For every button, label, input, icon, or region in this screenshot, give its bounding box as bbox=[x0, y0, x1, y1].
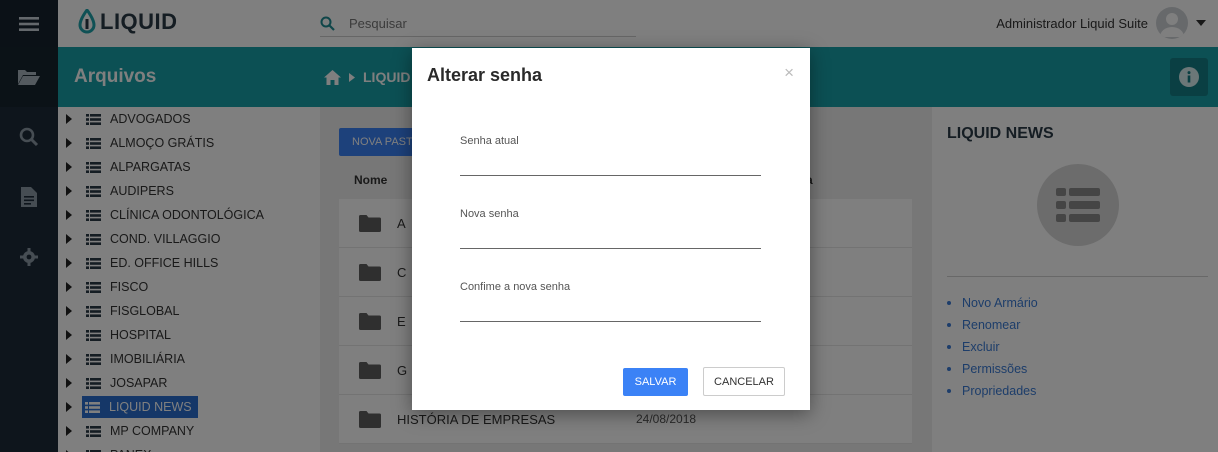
current-password-input[interactable] bbox=[460, 175, 761, 176]
new-password-field[interactable]: Nova senha bbox=[460, 208, 761, 249]
confirm-password-field[interactable]: Confime a nova senha bbox=[460, 281, 761, 322]
dialog-title: Alterar senha bbox=[427, 65, 543, 85]
current-password-label: Senha atual bbox=[460, 135, 519, 147]
confirm-password-input[interactable] bbox=[460, 321, 761, 322]
cancel-button[interactable]: CANCELAR bbox=[703, 367, 785, 396]
close-icon[interactable]: × bbox=[784, 63, 794, 83]
change-password-dialog: Alterar senha × Senha atual Nova senha C… bbox=[412, 48, 810, 410]
current-password-field[interactable]: Senha atual bbox=[460, 135, 761, 176]
confirm-password-label: Confime a nova senha bbox=[460, 281, 571, 293]
new-password-input[interactable] bbox=[460, 248, 761, 249]
save-button[interactable]: SALVAR bbox=[623, 368, 688, 396]
new-password-label: Nova senha bbox=[460, 208, 519, 220]
